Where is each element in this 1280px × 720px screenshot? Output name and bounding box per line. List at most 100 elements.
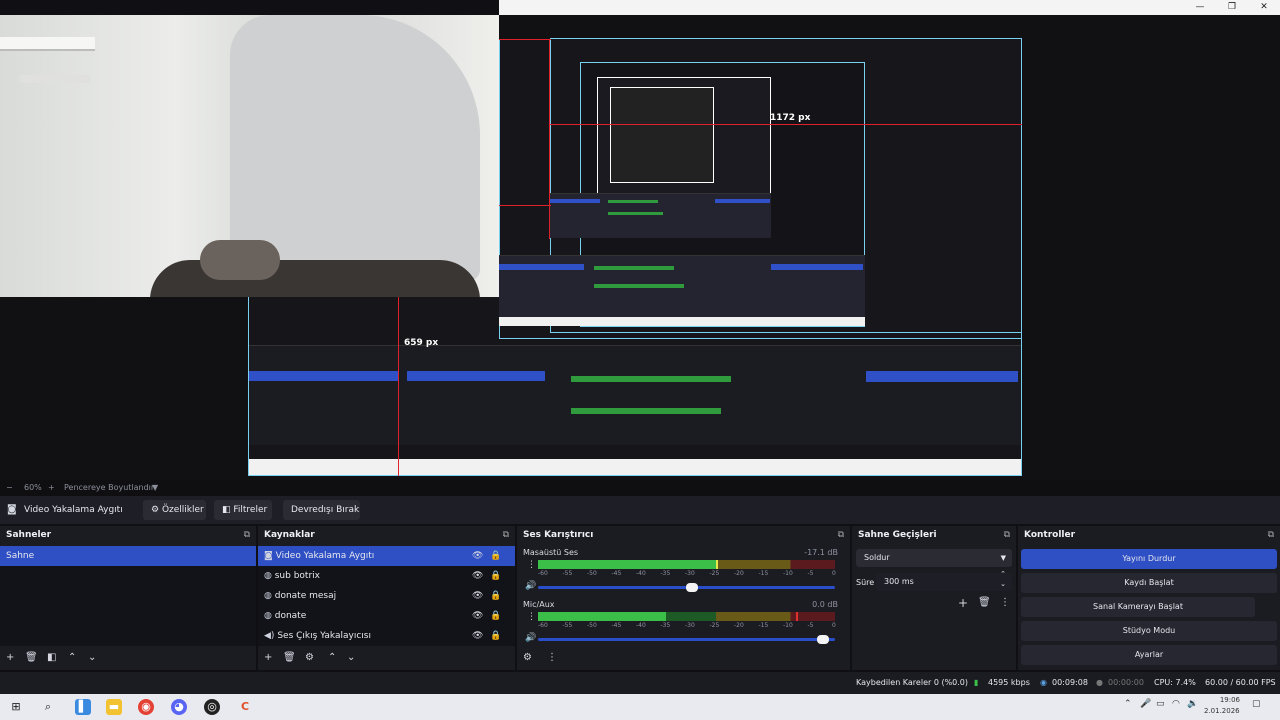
source-item[interactable]: ◍ donate 👁 🔒 — [258, 606, 515, 626]
zoom-out-button[interactable]: − — [6, 483, 13, 492]
more-icon[interactable]: ⋮ — [547, 652, 557, 663]
mixer-dock-title: Ses Karıştırıcı ⧉ — [517, 526, 850, 544]
meter-tick-label: -30 — [685, 570, 695, 577]
preview-canvas[interactable]: 1172 px 659 px — [0, 15, 1280, 480]
transitions-dock: Sahne Geçişleri ⧉ Soldur ▼ Süre 300 ms ⌃ ⌄ +… — [852, 526, 1018, 670]
start-recording-button[interactable]: Kaydı Başlat — [1021, 573, 1277, 593]
meter-tick-label: -55 — [562, 622, 573, 629]
measure-line-low — [499, 205, 551, 206]
gear-icon[interactable]: ⚙ — [305, 652, 314, 663]
speaker-icon[interactable]: 🔊 — [525, 633, 536, 643]
nested-capture-3 — [610, 87, 714, 183]
meter-peak — [716, 560, 718, 569]
scenes-dock-title: Sahneler ⧉ — [0, 526, 256, 544]
zoom-in-button[interactable]: + — [48, 483, 55, 492]
add-icon[interactable]: + — [264, 652, 272, 663]
eye-icon[interactable]: 👁 — [472, 586, 483, 606]
lock-icon[interactable]: 🔒 — [490, 606, 501, 626]
app-icon[interactable]: ▌ — [75, 699, 91, 715]
more-icon[interactable]: ⋮ — [1000, 597, 1010, 608]
slider-knob[interactable] — [686, 583, 698, 592]
stop-stream-button[interactable]: Yayını Durdur — [1021, 549, 1277, 569]
fps: 60.00 / 60.00 FPS — [1205, 678, 1276, 687]
scenes-title: Sahneler — [6, 530, 52, 540]
meter-tick-label: -20 — [734, 622, 744, 629]
obs-icon[interactable]: ◎ — [204, 699, 220, 715]
slider-knob[interactable] — [817, 635, 829, 644]
meter-tick-label: -35 — [660, 570, 671, 577]
eye-icon[interactable]: 👁 — [472, 546, 483, 566]
eye-icon[interactable]: 👁 — [472, 606, 483, 626]
advanced-audio-gear-icon[interactable]: ⚙ — [523, 652, 532, 663]
source-item[interactable]: ◍ donate mesaj 👁 🔒 — [258, 586, 515, 606]
add-icon[interactable]: + — [958, 596, 968, 610]
deactivate-button[interactable]: Devredışı Bırak — [283, 500, 360, 520]
maximize-button[interactable]: ❐ — [1217, 0, 1247, 15]
move-down-icon[interactable]: ⌄ — [88, 652, 96, 663]
lock-icon[interactable]: 🔒 — [490, 586, 501, 606]
discord-icon[interactable]: ◕ — [171, 699, 187, 715]
lock-icon[interactable]: 🔒 — [490, 566, 501, 586]
stepper-icon[interactable]: ⌃ ⌄ — [1000, 569, 1006, 589]
minimize-button[interactable]: — — [1185, 0, 1215, 15]
nested-taskbar-outer — [249, 459, 1021, 475]
settings-button[interactable]: Ayarlar — [1021, 645, 1277, 665]
source-item[interactable]: ◍ sub botrix 👁 🔒 — [258, 566, 515, 586]
speaker-icon[interactable]: 🔊 — [525, 581, 536, 591]
scene-item[interactable]: Sahne — [0, 546, 256, 566]
trash-icon[interactable]: 🗑 — [283, 652, 296, 663]
trash-icon[interactable]: 🗑 — [25, 652, 38, 663]
fit-to-window-label[interactable]: Pencereye Boyutlandır — [64, 483, 154, 492]
clock-date[interactable]: 2.01.2026 — [1204, 707, 1240, 715]
wifi-icon[interactable]: ◠ — [1172, 699, 1180, 709]
chevron-down-icon: ▼ — [1000, 554, 1006, 562]
webcam-source[interactable] — [0, 15, 499, 297]
nested-taskbar-1 — [499, 317, 865, 326]
channel-name: Mic/Aux — [523, 600, 555, 609]
notification-icon[interactable]: ▢ — [1252, 699, 1261, 709]
stream-icon: ◉ — [1040, 678, 1047, 687]
windows-start-icon[interactable]: ⊞ — [8, 699, 24, 715]
move-up-icon[interactable]: ⌃ — [68, 652, 76, 663]
file-explorer-icon[interactable]: ▬ — [106, 699, 122, 715]
duration-input[interactable]: 300 ms ⌃ ⌄ — [876, 570, 1012, 591]
volume-slider[interactable] — [538, 635, 835, 644]
source-item[interactable]: ◙ Video Yakalama Aygıtı 👁 🔒 — [258, 546, 515, 566]
properties-button[interactable]: ⚙ Özellikler — [143, 500, 206, 520]
meter-ticks: -60 -55 -50 -45 -40 -35 -30 -25 -20 -15 -10 -5 0 — [538, 570, 836, 577]
lock-icon[interactable]: 🔒 — [490, 626, 501, 646]
clock-time[interactable]: 19:06 — [1210, 696, 1240, 704]
more-icon[interactable]: ⋮ — [527, 560, 536, 570]
transition-type-select[interactable]: Soldur ▼ — [856, 549, 1012, 567]
microphone-icon[interactable]: 🎤 — [1140, 699, 1151, 709]
eye-icon[interactable]: 👁 — [472, 626, 483, 646]
dock-float-icon[interactable]: ⧉ — [244, 526, 250, 544]
chrome-icon[interactable]: ◉ — [138, 699, 154, 715]
network-icon[interactable]: ▭ — [1156, 699, 1165, 709]
lock-icon[interactable]: 🔒 — [490, 546, 501, 566]
capcut-icon[interactable]: C — [237, 699, 253, 715]
dock-float-icon[interactable]: ⧉ — [1268, 526, 1274, 544]
filter-icon[interactable]: ◧ — [47, 652, 56, 663]
add-icon[interactable]: + — [6, 652, 14, 663]
chevron-up-icon[interactable]: ⌃ — [1124, 699, 1132, 709]
move-down-icon[interactable]: ⌄ — [347, 652, 355, 663]
volume-slider[interactable] — [538, 583, 835, 592]
volume-icon[interactable]: 🔉 — [1187, 699, 1198, 709]
filters-button[interactable]: ◧ Filtreler — [214, 500, 272, 520]
eye-icon[interactable]: 👁 — [472, 566, 483, 586]
source-item[interactable]: ◀) Ses Çıkış Yakalayıcısı 👁 🔒 — [258, 626, 515, 646]
start-virtual-camera-button[interactable]: Sanal Kamerayı Başlat — [1021, 597, 1255, 617]
trash-icon[interactable]: 🗑 — [978, 597, 991, 608]
dock-float-icon[interactable]: ⧉ — [838, 526, 844, 544]
move-up-icon[interactable]: ⌃ — [328, 652, 336, 663]
dock-float-icon[interactable]: ⧉ — [1004, 526, 1010, 544]
signal-icon: ▮ — [974, 678, 979, 687]
chevron-down-icon[interactable]: ▼ — [152, 483, 158, 492]
preview-zoom-bar: − 60% + Pencereye Boyutlandır ▼ — [0, 480, 1280, 496]
close-button[interactable]: ✕ — [1249, 0, 1279, 15]
search-icon[interactable]: ⌕ — [40, 699, 56, 715]
more-icon[interactable]: ⋮ — [527, 612, 536, 622]
studio-mode-button[interactable]: Stüdyo Modu — [1021, 621, 1277, 641]
dock-float-icon[interactable]: ⧉ — [503, 526, 509, 544]
